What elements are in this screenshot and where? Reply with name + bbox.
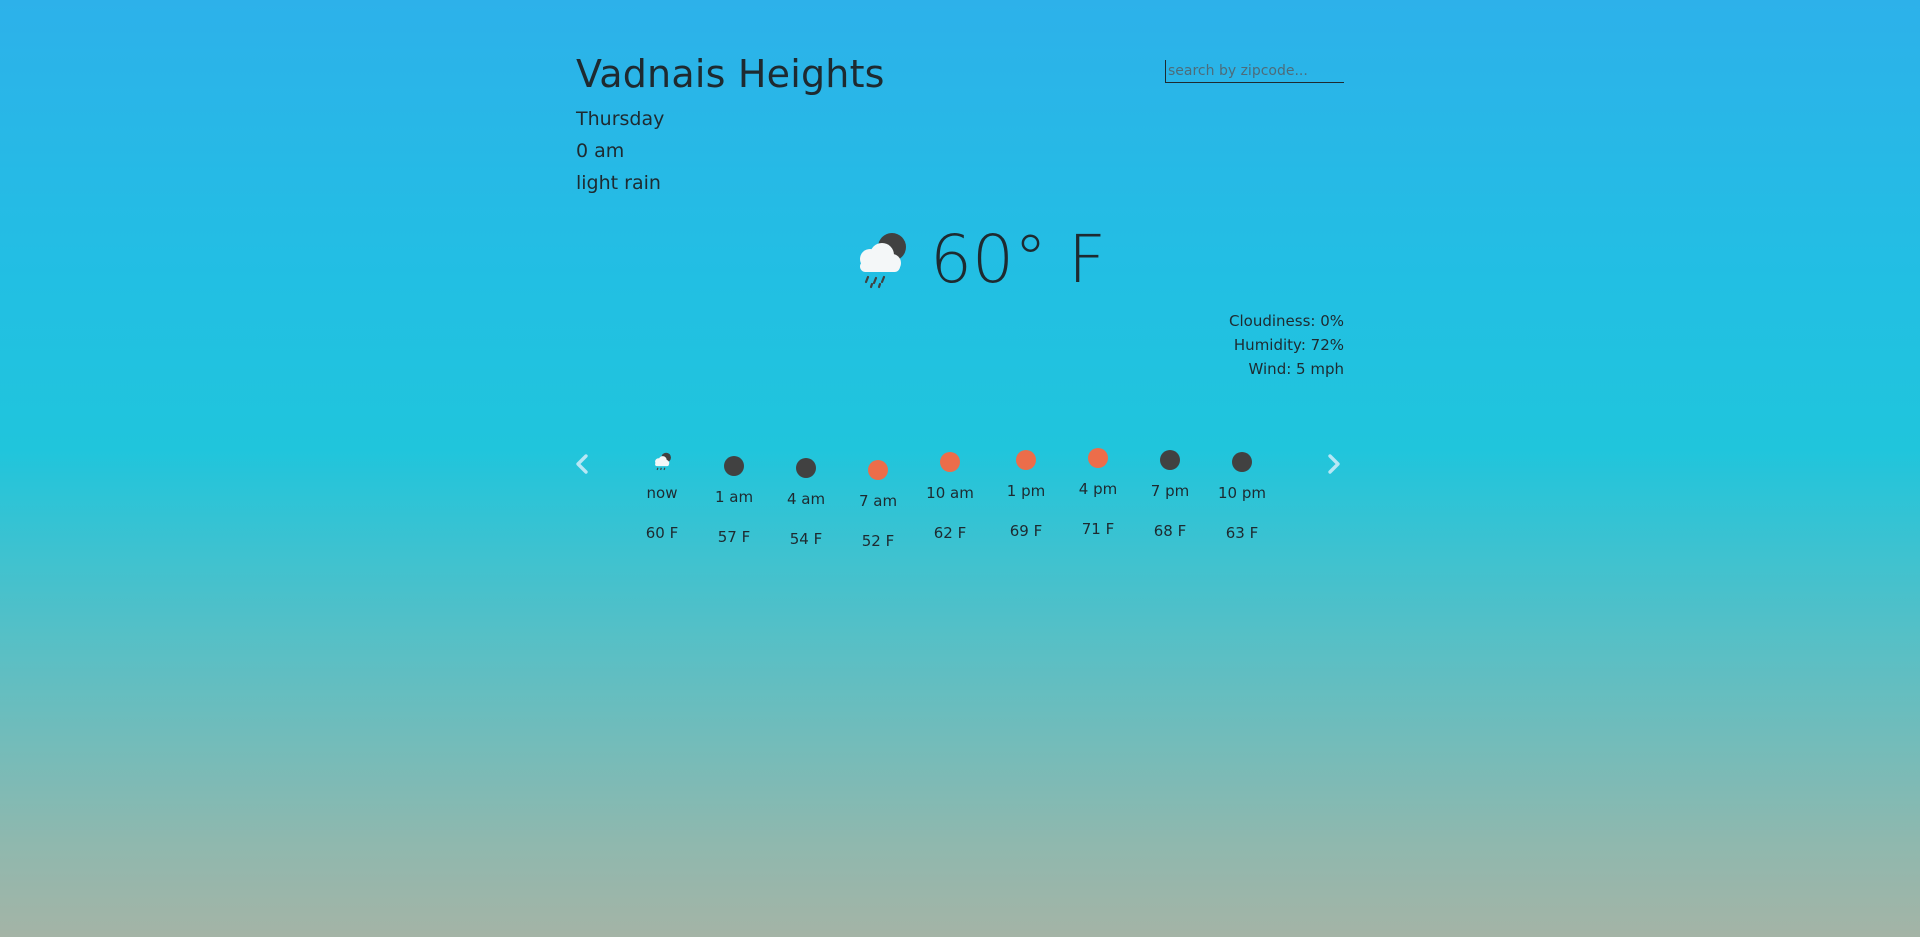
hourly-time-label: 10 pm bbox=[1218, 484, 1266, 502]
time-label: 0 am bbox=[576, 140, 625, 162]
zipcode-search-input[interactable] bbox=[1165, 60, 1344, 83]
weather-panel: Vadnais Heights Thursday 0 am light rain… bbox=[576, 0, 1344, 937]
sun-dot-icon bbox=[1088, 448, 1108, 468]
moon-dot-icon bbox=[796, 458, 816, 478]
hourly-item: 10 am 62 F bbox=[920, 452, 980, 542]
hourly-item: 7 am 52 F bbox=[848, 460, 908, 550]
rain-cloud-night-icon bbox=[652, 452, 672, 472]
moon-dot-icon bbox=[1232, 452, 1252, 472]
next-arrow-button[interactable] bbox=[1324, 452, 1344, 476]
moon-dot-icon bbox=[1160, 450, 1180, 470]
sun-dot-icon bbox=[868, 460, 888, 480]
hourly-time-label: 4 am bbox=[786, 490, 826, 508]
sun-dot-icon bbox=[940, 452, 960, 472]
hourly-time-label: 7 pm bbox=[1150, 482, 1190, 500]
hourly-item: 7 pm 68 F bbox=[1140, 450, 1200, 540]
sun-dot-icon bbox=[1016, 450, 1036, 470]
humidity-text: Humidity: 72% bbox=[1233, 336, 1344, 354]
hourly-temperature: 57 F bbox=[717, 528, 751, 546]
weather-details: Cloudiness: 0% Humidity: 72% Wind: 5 mph bbox=[1229, 309, 1344, 381]
prev-arrow-button[interactable] bbox=[572, 452, 592, 476]
cloudiness-text: Cloudiness: 0% bbox=[1229, 312, 1344, 330]
hourly-time-label: 1 pm bbox=[1006, 482, 1046, 500]
hourly-temperature: 52 F bbox=[861, 532, 895, 550]
hourly-time-label: 10 am bbox=[926, 484, 974, 502]
hourly-time-label: now bbox=[646, 484, 678, 502]
hourly-temperature: 71 F bbox=[1081, 520, 1115, 538]
current-weather: 60° F bbox=[852, 220, 1106, 300]
moon-dot-icon bbox=[724, 456, 744, 476]
hourly-item: 4 pm 71 F bbox=[1068, 448, 1128, 538]
hourly-time-label: 7 am bbox=[858, 492, 898, 510]
hourly-time-label: 4 pm bbox=[1078, 480, 1118, 498]
hourly-temperature: 54 F bbox=[789, 530, 823, 548]
hourly-temperature: 68 F bbox=[1153, 522, 1187, 540]
hourly-item: now 60 F bbox=[632, 452, 692, 542]
hourly-item: 1 am 57 F bbox=[704, 456, 764, 546]
hourly-temperature: 63 F bbox=[1225, 524, 1259, 542]
rain-cloud-night-icon bbox=[852, 231, 908, 289]
current-temperature: 60° F bbox=[930, 221, 1106, 298]
hourly-temperature: 69 F bbox=[1009, 522, 1043, 540]
day-label: Thursday bbox=[576, 108, 665, 130]
hourly-item: 4 am 54 F bbox=[776, 458, 836, 548]
city-name: Vadnais Heights bbox=[576, 52, 885, 96]
hourly-time-label: 1 am bbox=[714, 488, 754, 506]
hourly-temperature: 60 F bbox=[645, 524, 679, 542]
hourly-item: 10 pm 63 F bbox=[1212, 452, 1272, 542]
hourly-temperature: 62 F bbox=[933, 524, 967, 542]
hourly-item: 1 pm 69 F bbox=[996, 450, 1056, 540]
condition-label: light rain bbox=[576, 172, 661, 194]
wind-text: Wind: 5 mph bbox=[1248, 360, 1344, 378]
